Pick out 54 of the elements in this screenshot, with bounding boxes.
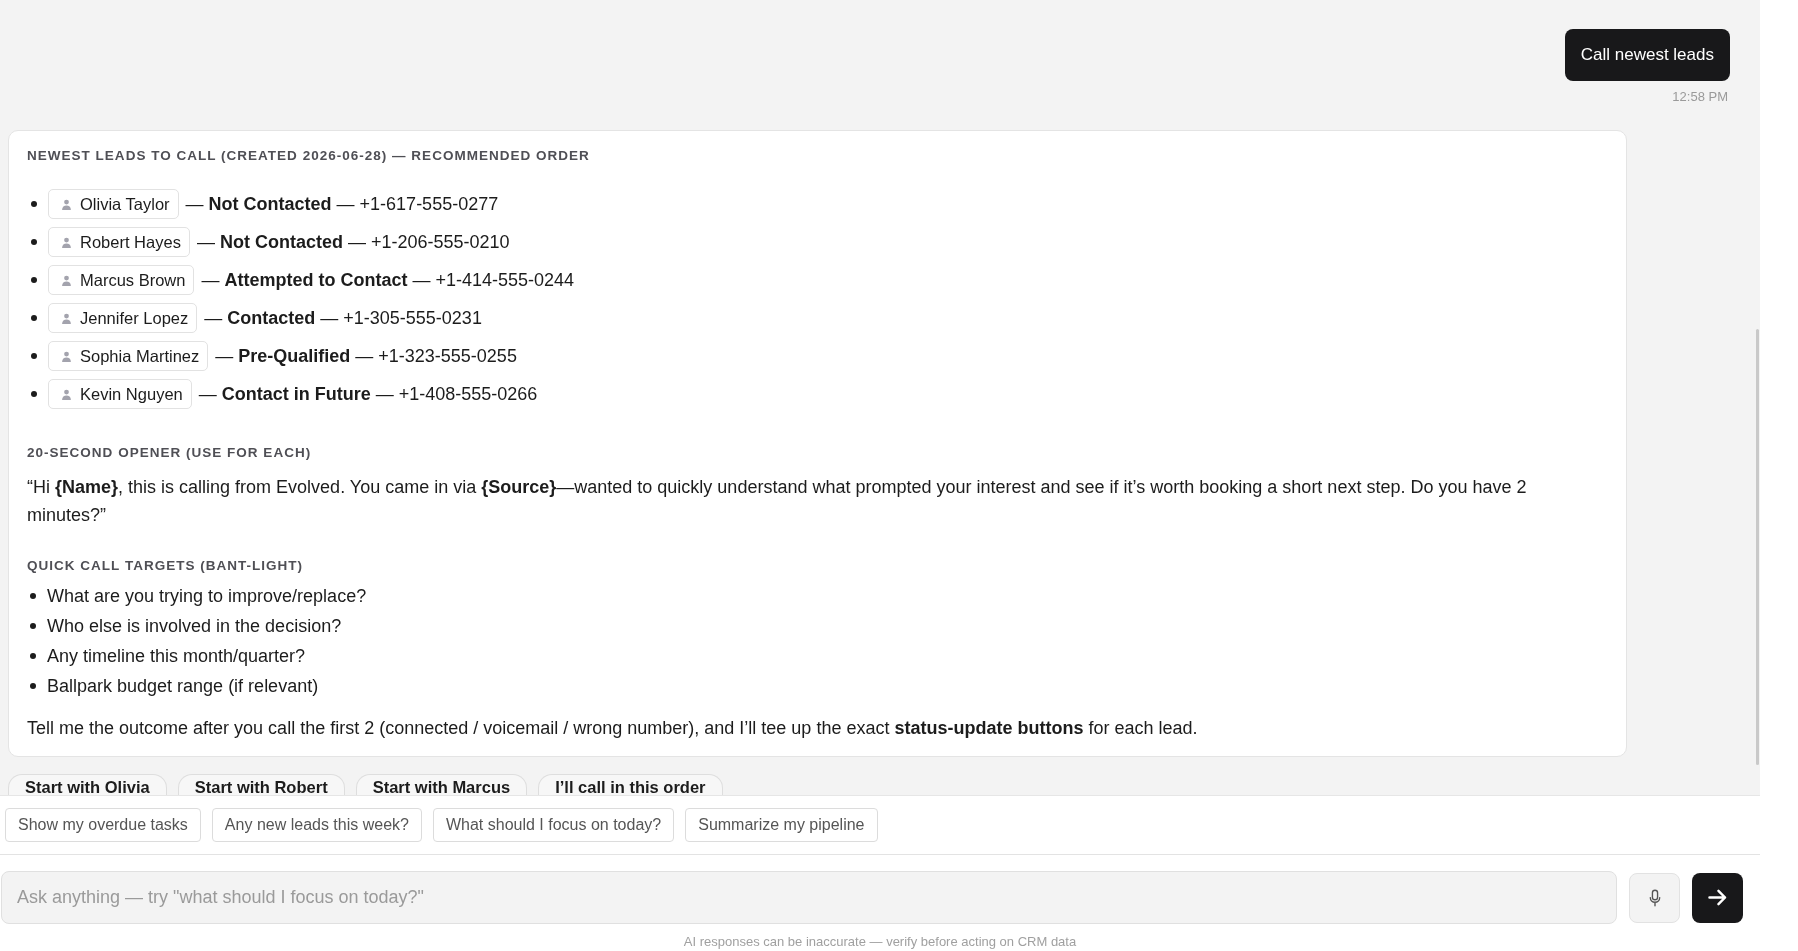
lead-details: — Not Contacted — +1-617-555-0277 <box>185 193 499 215</box>
section-heading: NEWEST LEADS TO CALL (CREATED 2026-06-28) — RECOMMENDED ORDER <box>27 147 591 165</box>
bullet-icon <box>30 653 36 659</box>
lead-details: — Pre-Qualified — +1-323-555-0255 <box>215 345 517 367</box>
suggestion-button[interactable]: Summarize my pipeline <box>685 808 878 842</box>
microphone-button[interactable] <box>1629 872 1680 923</box>
bullet-icon <box>30 593 36 599</box>
person-icon <box>61 274 72 286</box>
bullet-icon <box>31 201 37 207</box>
bullet-icon <box>31 315 37 321</box>
suggestion-button[interactable]: What should I focus on today? <box>432 808 675 842</box>
message-time: 12:58 PM <box>1672 89 1728 105</box>
lead-details: — Contacted — +1-305-555-0231 <box>204 307 482 329</box>
bullet-icon <box>31 277 37 283</box>
quick-reply-button[interactable]: I’ll call in this order <box>538 774 723 795</box>
arrow-right-icon <box>1708 889 1727 906</box>
disclaimer-text: AI responses can be inaccurate — verify before acting on CRM data <box>683 934 1077 950</box>
lead-chip[interactable]: Olivia Taylor <box>48 189 179 219</box>
closing-text: Tell me the outcome after you call the first 2 (connected / voicemail / wrong number), and I’ll tee up the exact status-update buttons for each lead. <box>27 717 1199 740</box>
section-heading: QUICK CALL TARGETS (BANT-LIGHT) <box>27 557 305 575</box>
user-message: Call newest leads <box>1564 29 1730 81</box>
lead-details: — Attempted to Contact — +1-414-555-0244 <box>201 269 575 291</box>
microphone-icon <box>1648 888 1661 907</box>
person-icon <box>61 236 72 248</box>
suggestion-button[interactable]: Any new leads this week? <box>211 808 422 842</box>
person-icon <box>61 350 72 362</box>
send-button[interactable] <box>1692 872 1743 923</box>
target-question: Who else is involved in the decision? <box>47 615 342 637</box>
target-question: Any timeline this month/quarter? <box>47 645 306 667</box>
message-input[interactable]: Ask anything — try "what should I focus on today?" <box>1 871 1617 924</box>
bullet-icon <box>30 623 36 629</box>
section-heading: 20-SECOND OPENER (USE FOR EACH) <box>27 444 313 462</box>
quick-reply-button[interactable]: Start with Robert <box>177 774 345 795</box>
lead-chip[interactable]: Kevin Nguyen <box>48 379 192 409</box>
scrollbar-thumb[interactable] <box>1756 329 1759 765</box>
bullet-icon <box>31 239 37 245</box>
opener-script: “Hi {Name}, this is calling from Evolved. You came in via {Source}—wanted to quickly understand what prompted your interest and see if it’s worth booking a short next step. Do you have 2 minutes?” <box>27 476 1528 527</box>
bullet-icon <box>31 391 37 397</box>
suggestion-button[interactable]: Show my overdue tasks <box>5 808 201 842</box>
lead-details: — Not Contacted — +1-206-555-0210 <box>196 231 510 253</box>
target-question: What are you trying to improve/replace? <box>47 585 367 607</box>
lead-chip[interactable]: Sophia Martinez <box>48 341 209 371</box>
person-icon <box>61 312 72 324</box>
lead-chip[interactable]: Robert Hayes <box>48 227 190 257</box>
quick-reply-button[interactable]: Start with Olivia <box>8 774 167 795</box>
bullet-icon <box>31 353 37 359</box>
lead-chip[interactable]: Marcus Brown <box>48 265 195 295</box>
bullet-icon <box>30 683 36 689</box>
target-question: Ballpark budget range (if relevant) <box>47 675 319 697</box>
person-icon <box>61 388 72 400</box>
lead-details: — Contact in Future — +1-408-555-0266 <box>198 383 538 405</box>
lead-chip[interactable]: Jennifer Lopez <box>48 303 198 333</box>
quick-reply-button[interactable]: Start with Marcus <box>355 774 528 795</box>
person-icon <box>61 198 72 210</box>
